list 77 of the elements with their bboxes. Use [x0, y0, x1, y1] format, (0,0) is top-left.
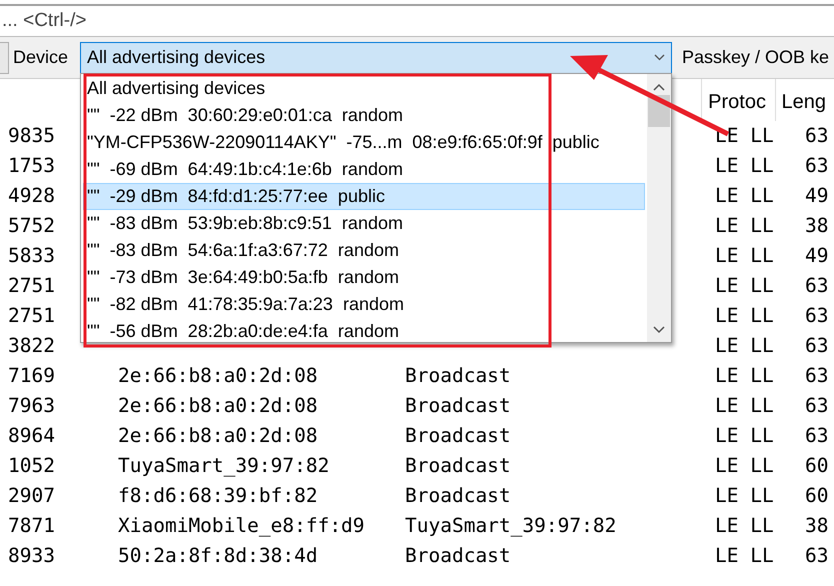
table-cell-text: 2e:66:b8:a0:2d:08 — [118, 423, 319, 450]
dropdown-item[interactable]: All advertising devices — [83, 75, 645, 102]
scroll-up-icon[interactable] — [653, 83, 665, 91]
table-cell-text: 38 — [805, 213, 828, 240]
table-cell-text: LE LL — [715, 303, 775, 330]
dropdown-item[interactable]: "" -83 dBm 54:6a:1f:a3:67:72 random — [83, 237, 645, 264]
table-cell-text: Broadcast — [405, 363, 512, 390]
caret-icon — [654, 54, 665, 61]
scroll-down-icon[interactable] — [653, 326, 665, 334]
table-cell-text: LE LL — [715, 483, 775, 510]
passkey-label: Passkey / OOB ke — [682, 46, 830, 69]
table-cell-text: LE LL — [715, 333, 775, 360]
table-cell-text: 60 — [805, 453, 828, 480]
table-cell-text: 2e:66:b8:a0:2d:08 — [118, 393, 319, 420]
dropdown-item[interactable]: "YM-CFP536W-22090114AKY" -75...m 08:e9:f6:65:0f:9f public — [83, 129, 645, 156]
table-cell-text: 63 — [805, 333, 828, 360]
table-cell-text: 63 — [805, 153, 828, 180]
table-cell-text: LE LL — [715, 363, 775, 390]
dropdown-item[interactable]: "" -29 dBm 84:fd:d1:25:77:ee public — [83, 183, 645, 210]
table-cell-text: 3822 — [7, 333, 55, 360]
table-cell-text: 50:2a:8f:8d:38:4d — [118, 543, 319, 570]
table-cell-text: 7871 — [7, 513, 55, 540]
table-cell-text: 5833 — [7, 243, 55, 270]
table-cell-text: LE LL — [715, 153, 775, 180]
table-cell-text: 63 — [805, 423, 828, 450]
table-cell-text: 7963 — [7, 393, 55, 420]
dropdown-item[interactable]: "" -22 dBm 30:60:29:e0:01:ca random — [83, 102, 645, 129]
table-cell-text: LE LL — [715, 273, 775, 300]
table-cell-text: 9835 — [7, 123, 55, 150]
table-cell-text: 2751 — [7, 303, 55, 330]
table-cell-text: 63 — [805, 393, 828, 420]
table-cell-text: Broadcast — [405, 423, 512, 450]
dropdown-item[interactable]: "" -56 dBm 28:2b:a0:de:e4:fa random — [83, 318, 645, 345]
table-cell-text: 63 — [805, 543, 828, 570]
table-cell-text: 2e:66:b8:a0:2d:08 — [118, 363, 319, 390]
table-cell-text: 63 — [805, 273, 828, 300]
scrollbar[interactable] — [647, 74, 671, 342]
dropdown-item[interactable]: "" -83 dBm 53:9b:eb:8b:c9:51 random — [83, 210, 645, 237]
column-header[interactable]: Leng — [774, 79, 834, 121]
table-cell-text: 49 — [805, 183, 828, 210]
table-cell-text: 1052 — [7, 453, 55, 480]
table-cell-text: 4928 — [7, 183, 55, 210]
table-cell-text: 60 — [805, 483, 828, 510]
dropdown-item[interactable]: "" -73 dBm 3e:64:49:b0:5a:fb random — [83, 264, 645, 291]
table-cell-text: 63 — [805, 303, 828, 330]
table-cell-text: TuyaSmart_39:97:82 — [118, 453, 330, 480]
table-cell-text: LE LL — [715, 243, 775, 270]
table-cell-text: 1753 — [7, 153, 55, 180]
table-cell-text: 8964 — [7, 423, 55, 450]
table-cell-text: 5752 — [7, 213, 55, 240]
table-cell-text: 2907 — [7, 483, 55, 510]
table-cell-text: 49 — [805, 243, 828, 270]
dropdown-item[interactable]: "" -82 dBm 41:78:35:9a:7a:23 random — [83, 291, 645, 318]
table-cell-text: LE LL — [715, 513, 775, 540]
table-cell-text: LE LL — [715, 393, 775, 420]
table-cell-text: 2751 — [7, 273, 55, 300]
device-label: Device — [13, 46, 70, 69]
table-cell-text: 63 — [805, 363, 828, 390]
table-cell-text: f8:d6:68:39:bf:82 — [118, 483, 319, 510]
table-cell-text: Broadcast — [405, 543, 512, 570]
dropdown-item[interactable]: "" -69 dBm 64:49:1b:c4:1e:6b random — [83, 156, 645, 183]
table-cell-text: LE LL — [715, 423, 775, 450]
table-cell-text: XiaomiMobile_e8:ff:d9 — [118, 513, 366, 540]
table-cell-text: LE LL — [715, 543, 775, 570]
table-cell-text: LE LL — [715, 183, 775, 210]
table-cell-text: LE LL — [715, 453, 775, 480]
table-cell-text: TuyaSmart_39:97:82 — [405, 513, 618, 540]
table-cell-text: LE LL — [715, 213, 775, 240]
device-combo[interactable]: All advertising devices — [80, 42, 672, 74]
table-cell-text: Broadcast — [405, 483, 512, 510]
table-cell-text: 7169 — [7, 363, 55, 390]
table-cell-text: Broadcast — [405, 453, 512, 480]
table-cell-text: 38 — [805, 513, 828, 540]
table-cell-text: 8933 — [7, 543, 55, 570]
table-cell-text: Broadcast — [405, 393, 512, 420]
table-cell-text: 63 — [805, 123, 828, 150]
column-header[interactable]: Protoc — [701, 79, 775, 121]
